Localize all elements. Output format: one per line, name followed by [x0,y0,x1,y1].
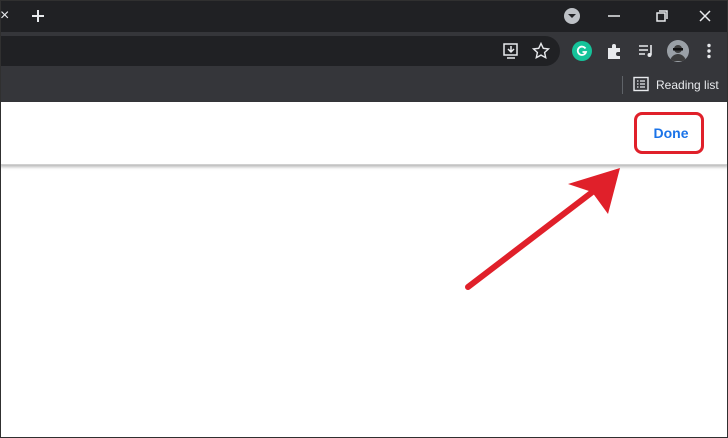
extensions-icon[interactable] [604,41,624,61]
bookmarks-separator [622,76,623,94]
tab-close-icon[interactable]: × [0,6,9,26]
install-app-icon[interactable] [501,41,521,61]
annotation-highlight-box [634,112,704,154]
profile-avatar[interactable] [667,40,689,62]
tab-search-icon[interactable] [563,7,581,25]
reading-list-button[interactable]: Reading list [656,76,719,94]
new-tab-icon[interactable] [28,6,48,26]
address-bar[interactable] [0,36,560,66]
reading-list-icon[interactable] [632,75,650,93]
media-control-icon[interactable] [636,41,656,61]
bookmark-star-icon[interactable] [531,41,551,61]
menu-icon[interactable] [699,41,719,61]
restore-icon[interactable] [650,6,674,26]
grammarly-icon[interactable] [572,41,592,61]
minimize-icon[interactable] [594,6,634,26]
annotation-arrow [440,150,640,310]
close-icon[interactable] [693,6,717,26]
bookmarks-bar [0,70,728,102]
